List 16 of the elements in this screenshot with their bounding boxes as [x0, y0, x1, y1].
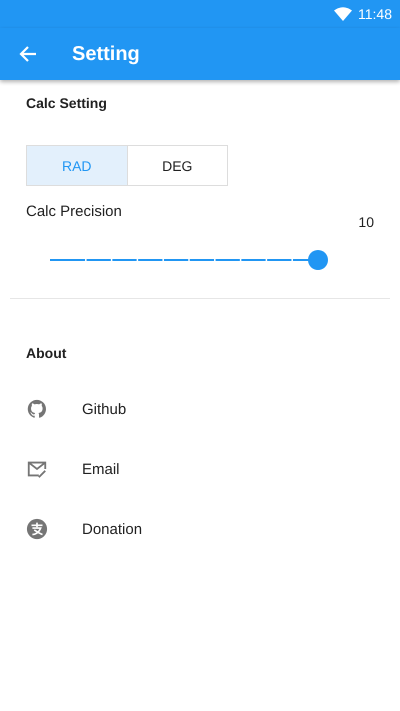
precision-label: Calc Precision: [26, 203, 122, 220]
precision-value: 10: [358, 214, 374, 230]
github-icon: [26, 398, 48, 420]
back-button[interactable]: [18, 44, 38, 64]
about-link[interactable]: Email: [82, 460, 120, 478]
wifi-icon: [334, 7, 352, 21]
angle-mode-toggle[interactable]: DEG: [128, 145, 228, 186]
page-title: Setting: [72, 42, 140, 66]
about-link[interactable]: Donation: [82, 520, 142, 538]
precision-slider[interactable]: [50, 250, 328, 270]
section-title: About: [25, 345, 68, 361]
section-title: Calc Setting: [25, 95, 108, 111]
about-link[interactable]: Github: [82, 400, 126, 418]
clock: 11:48: [358, 6, 392, 22]
donation-icon: [26, 518, 48, 540]
back-arrow-icon: [18, 44, 38, 64]
